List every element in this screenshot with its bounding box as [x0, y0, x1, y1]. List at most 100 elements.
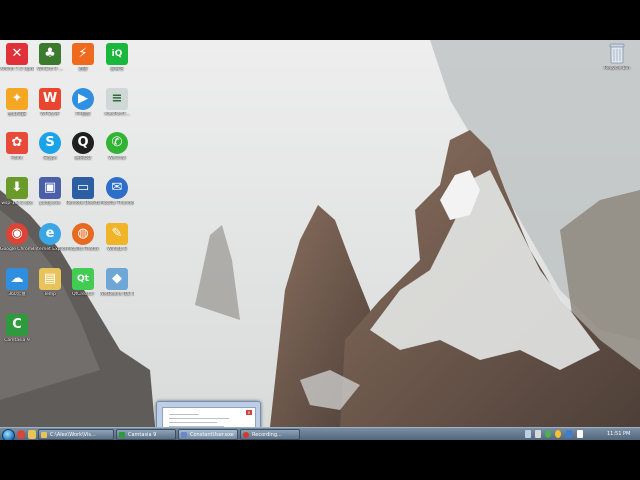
task-explorer-window[interactable]: C:\Alex\Work\Vis... — [38, 429, 114, 440]
desktop-icon-label: wsp-1.3.5.exe — [1, 201, 33, 206]
desktop-icon-label: 迅雷 — [78, 67, 88, 72]
desktop-icon-label: putty.exe — [39, 201, 61, 206]
camtasia-icon — [119, 432, 125, 438]
remote-desktop-icon: ▭ — [72, 177, 94, 199]
desktop-icon-label: WeChat — [108, 156, 126, 161]
document-icon: ≡ — [106, 88, 128, 110]
wechat-icon: ✆ — [106, 132, 128, 154]
desktop-icon-label: 腾讯QQ — [74, 156, 92, 161]
flag-icon[interactable] — [577, 430, 583, 438]
xunlei-icon: ⚡ — [72, 43, 94, 65]
camtasia-icon: C — [6, 314, 28, 336]
record-icon — [243, 432, 249, 438]
pp-video-icon: ▶ — [72, 88, 94, 110]
system-clock[interactable]: 11:51 PM — [607, 429, 630, 440]
app-window-icon — [181, 432, 187, 438]
desktop-icon-kingsoft[interactable]: ✦ 金山词霸 — [0, 88, 34, 130]
xmind-icon: ✕ — [6, 43, 28, 65]
paint-icon: ✿ — [6, 132, 28, 154]
desktop-icon-ie[interactable]: e Internet Explorer — [33, 223, 67, 265]
desktop-icon-label: XMind 7.5 Update 1 — [0, 67, 34, 72]
task-camtasia[interactable]: Camtasia 9 — [116, 429, 176, 440]
network-icon[interactable] — [525, 430, 531, 438]
desktop-icon-label: Internet Explorer — [33, 247, 67, 252]
desktop-icon-label: WPS文字 — [40, 112, 60, 117]
desktop-icon-label: Temp — [44, 292, 56, 297]
cloud-drive-icon: ☁ — [6, 268, 28, 290]
desktop-icon-qtcreator[interactable]: Qt QtCreator — [66, 268, 100, 310]
desktop-icon-winlab[interactable]: ✎ Winlab 8 — [100, 223, 134, 265]
desktop-icon-label: Paint — [11, 156, 23, 161]
chrome-icon: ◉ — [6, 223, 28, 245]
desktop-icon-paint[interactable]: ✿ Paint — [0, 132, 34, 174]
task-label: Camtasia 9 — [128, 432, 157, 438]
desktop-icon-skype[interactable]: S Skype — [33, 132, 67, 174]
task-recording[interactable]: Recording... — [240, 429, 300, 440]
preview-line — [169, 414, 199, 415]
desktop-icon-firefox[interactable]: ◍ Mozilla Firefox — [66, 223, 100, 265]
language-icon[interactable] — [566, 430, 572, 438]
desktop-icon-recycle-bin[interactable]: Recycle Bin — [600, 42, 634, 84]
desktop-icon-pp-video[interactable]: ▶ PP视频 — [66, 88, 100, 130]
volume-icon[interactable] — [535, 430, 541, 438]
taskbar: C:\Alex\Work\Vis... Camtasia 9 ConstantU… — [0, 427, 640, 442]
close-icon[interactable]: × — [246, 410, 252, 415]
preview-line — [169, 422, 217, 423]
desktop-icon-camtasia[interactable]: C Camtasia 9 — [0, 314, 34, 356]
taskbar-window-preview[interactable]: × — [156, 401, 261, 427]
winedt-tree-icon: ♣ — [39, 43, 61, 65]
desktop-icon-netbeans[interactable]: ◆ NetBeans IDE 8.1 — [100, 268, 134, 310]
desktop-icon-putty[interactable]: ▣ putty.exe — [33, 177, 67, 219]
skype-icon: S — [39, 132, 61, 154]
task-constantuser[interactable]: ConstantUser.exe — [178, 429, 238, 440]
firefox-icon: ◍ — [72, 223, 94, 245]
wps-icon: W — [39, 88, 61, 110]
desktop-icon-temp[interactable]: ▤ Temp — [33, 268, 67, 310]
desktop-icon-chrome[interactable]: ◉ Google Chrome — [0, 223, 34, 265]
desktop-icon-thunderbird[interactable]: ✉ Mozilla Thunderbird — [100, 177, 134, 219]
desktop-icon-label: QtCreator — [71, 292, 95, 297]
preview-window-content: × — [162, 407, 256, 427]
desktop-icon-label: Winlab 8 — [107, 247, 127, 252]
quick-launch-folder-icon[interactable] — [28, 430, 36, 439]
task-label: Recording... — [252, 432, 282, 438]
folder-icon — [41, 432, 47, 438]
installer-icon: ⬇ — [6, 177, 28, 199]
desktop-icon-label: WinEdt 9 ... — [37, 67, 63, 72]
desktop-icon-winedt[interactable]: ♣ WinEdt 9 ... — [33, 43, 67, 85]
quick-launch-chrome-icon[interactable] — [17, 430, 25, 439]
desktop-icon-label: Remote Desktop ... — [66, 201, 100, 206]
task-label: C:\Alex\Work\Vis... — [50, 432, 96, 438]
desktop-icon-label: 金山词霸 — [8, 112, 26, 117]
folder-icon: ▤ — [39, 268, 61, 290]
update-icon[interactable] — [555, 430, 561, 438]
ie-icon: e — [39, 223, 61, 245]
desktop-icon-wsp[interactable]: ⬇ wsp-1.3.5.exe — [0, 177, 34, 219]
desktop-icon-xmind[interactable]: ✕ XMind 7.5 Update 1 — [0, 43, 34, 85]
letterbox-top — [0, 0, 640, 40]
desktop[interactable]: ✕ XMind 7.5 Update 1 ♣ WinEdt 9 ... ⚡ 迅雷… — [0, 40, 640, 427]
thunderbird-icon: ✉ — [106, 177, 128, 199]
desktop-icon-iqiyi[interactable]: iQ 爱奇艺 — [100, 43, 134, 85]
desktop-icon-label: Recycle Bin — [604, 66, 630, 71]
qq-icon: Q — [72, 132, 94, 154]
desktop-icon-label: Skype — [43, 156, 57, 161]
task-label: ConstantUser.exe — [190, 432, 234, 438]
desktop-icon-360-cloud[interactable]: ☁ 360云盘 — [0, 268, 34, 310]
desktop-icon-wps[interactable]: W WPS文字 — [33, 88, 67, 130]
desktop-icon-remote-desktop[interactable]: ▭ Remote Desktop ... — [66, 177, 100, 219]
desktop-icon-label: 360云盘 — [8, 292, 26, 297]
security-icon[interactable] — [545, 430, 551, 438]
desktop-icon-label: Mozilla Firefox — [67, 247, 99, 252]
winlab-icon: ✎ — [106, 223, 128, 245]
netbeans-icon: ◆ — [106, 268, 128, 290]
iqiyi-icon: iQ — [106, 43, 128, 65]
desktop-icon-label: NetBeans IDE 8.1 — [100, 292, 134, 297]
desktop-icon-label: Google Chrome — [0, 247, 34, 252]
desktop-icon-qq[interactable]: Q 腾讯QQ — [66, 132, 100, 174]
desktop-icon-xunlei[interactable]: ⚡ 迅雷 — [66, 43, 100, 85]
recycle-bin-icon — [609, 43, 625, 64]
desktop-icon-label: Camtasia 9 — [4, 338, 30, 343]
desktop-icon-wechat[interactable]: ✆ WeChat — [100, 132, 134, 174]
desktop-icon-alexport[interactable]: ≡ AlexPortT... — [100, 88, 134, 130]
